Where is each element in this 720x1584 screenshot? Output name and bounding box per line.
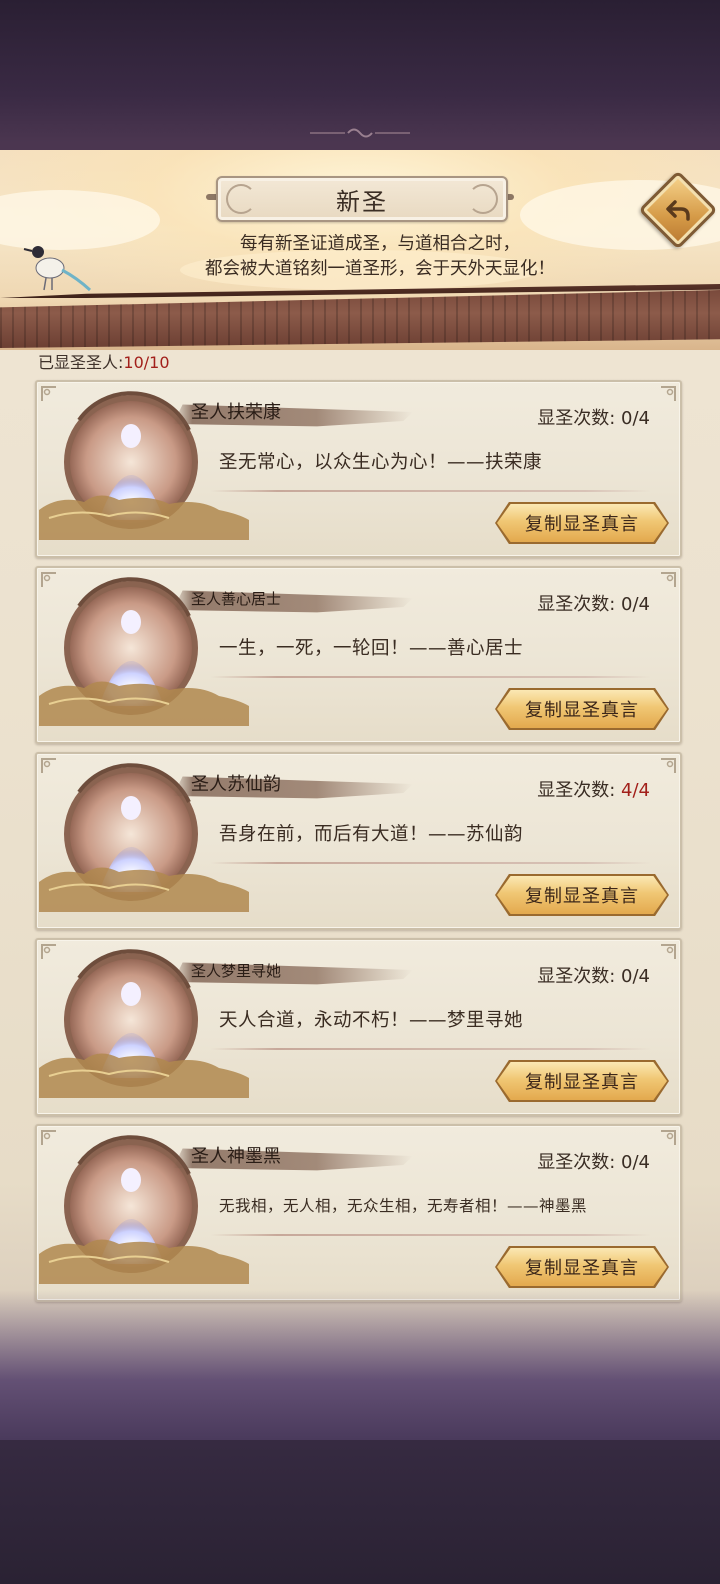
copy-quote-label: 复制显圣真言 (525, 886, 639, 907)
manifest-times-label: 显圣次数: (537, 780, 616, 801)
copy-quote-label: 复制显圣真言 (525, 514, 639, 535)
divider (211, 862, 651, 864)
manifest-times: 显圣次数: 0/4 (537, 962, 650, 988)
copy-quote-label: 复制显圣真言 (525, 1072, 639, 1093)
saint-card: 圣人善心居士 显圣次数: 0/4 一生，一死，一轮回！——善心居士 复制显圣真言 (35, 566, 682, 744)
subtitle: 每有新圣证道成圣，与道相合之时， 都会被大道铭刻一道圣形，会于天外天显化！ (130, 232, 630, 282)
panel-bottom-fade (0, 1290, 720, 1440)
subtitle-line: 都会被大道铭刻一道圣形，会于天外天显化！ (205, 259, 555, 279)
copy-quote-button[interactable]: 复制显圣真言 (497, 1248, 667, 1286)
saint-quote: 天人合道，永动不朽！——梦里寻她 (219, 1010, 524, 1031)
subtitle-line: 每有新圣证道成圣，与道相合之时， (240, 234, 520, 254)
saint-quote: 无我相，无人相，无众生相，无寿者相！——神墨黑 (219, 1197, 588, 1215)
copy-quote-label: 复制显圣真言 (525, 700, 639, 721)
back-arrow-icon (666, 200, 690, 221)
divider (211, 1234, 651, 1236)
saint-name: 圣人苏仙韵 (191, 774, 281, 795)
saint-card: 圣人苏仙韵 显圣次数: 4/4 吾身在前，而后有大道！——苏仙韵 复制显圣真言 (35, 752, 682, 930)
manifest-times-value: 0/4 (621, 1152, 650, 1173)
divider (211, 490, 651, 492)
saint-card: 圣人神墨黑 显圣次数: 0/4 无我相，无人相，无众生相，无寿者相！——神墨黑 … (35, 1124, 682, 1302)
manifest-times: 显圣次数: 0/4 (537, 404, 650, 430)
saint-quote: 一生，一死，一轮回！——善心居士 (219, 638, 524, 659)
saint-quote: 吾身在前，而后有大道！——苏仙韵 (219, 824, 524, 845)
manifest-times-value: 4/4 (621, 780, 650, 801)
saint-name: 圣人善心居士 (191, 590, 282, 608)
manifest-times-value: 0/4 (621, 966, 650, 987)
copy-quote-label: 复制显圣真言 (525, 1258, 639, 1279)
saint-name: 圣人梦里寻她 (191, 962, 282, 980)
count-value: 10/10 (123, 353, 170, 372)
corner-ornament-icon (661, 1130, 676, 1145)
saint-card: 圣人梦里寻她 显圣次数: 0/4 天人合道，永动不朽！——梦里寻她 复制显圣真言 (35, 938, 682, 1116)
corner-ornament-icon (661, 758, 676, 773)
saint-name: 圣人神墨黑 (191, 1146, 281, 1167)
corner-ornament-icon (661, 386, 676, 401)
copy-quote-button[interactable]: 复制显圣真言 (497, 1062, 667, 1100)
divider (211, 1048, 651, 1050)
manifested-count: 已显圣圣人:10/10 (38, 349, 170, 373)
page-title: 新圣 (336, 187, 388, 216)
manifest-times-value: 0/4 (621, 594, 650, 615)
title-plaque: 新圣 (216, 176, 508, 222)
manifest-times: 显圣次数: 4/4 (537, 776, 650, 802)
saint-card: 圣人扶荣康 显圣次数: 0/4 圣无常心，以众生心为心！——扶荣康 复制显圣真言 (35, 380, 682, 558)
corner-ornament-icon (661, 572, 676, 587)
scroll-ornament-icon (226, 184, 256, 214)
scroll-ornament-icon (468, 184, 498, 214)
manifest-times-value: 0/4 (621, 408, 650, 429)
crane-bird-icon (23, 246, 92, 292)
manifest-times: 显圣次数: 0/4 (537, 590, 650, 616)
manifest-times-label: 显圣次数: (537, 966, 616, 987)
copy-quote-button[interactable]: 复制显圣真言 (497, 504, 667, 542)
corner-ornament-icon (661, 944, 676, 959)
count-label: 已显圣圣人: (38, 353, 124, 372)
manifest-times: 显圣次数: 0/4 (537, 1148, 650, 1174)
saint-quote: 圣无常心，以众生心为心！——扶荣康 (219, 452, 543, 473)
copy-quote-button[interactable]: 复制显圣真言 (497, 876, 667, 914)
manifest-times-label: 显圣次数: (537, 594, 616, 615)
saint-name: 圣人扶荣康 (191, 402, 281, 423)
manifest-times-label: 显圣次数: (537, 1152, 616, 1173)
divider (211, 676, 651, 678)
copy-quote-button[interactable]: 复制显圣真言 (497, 690, 667, 728)
manifest-times-label: 显圣次数: (537, 408, 616, 429)
top-ornament (310, 128, 410, 138)
